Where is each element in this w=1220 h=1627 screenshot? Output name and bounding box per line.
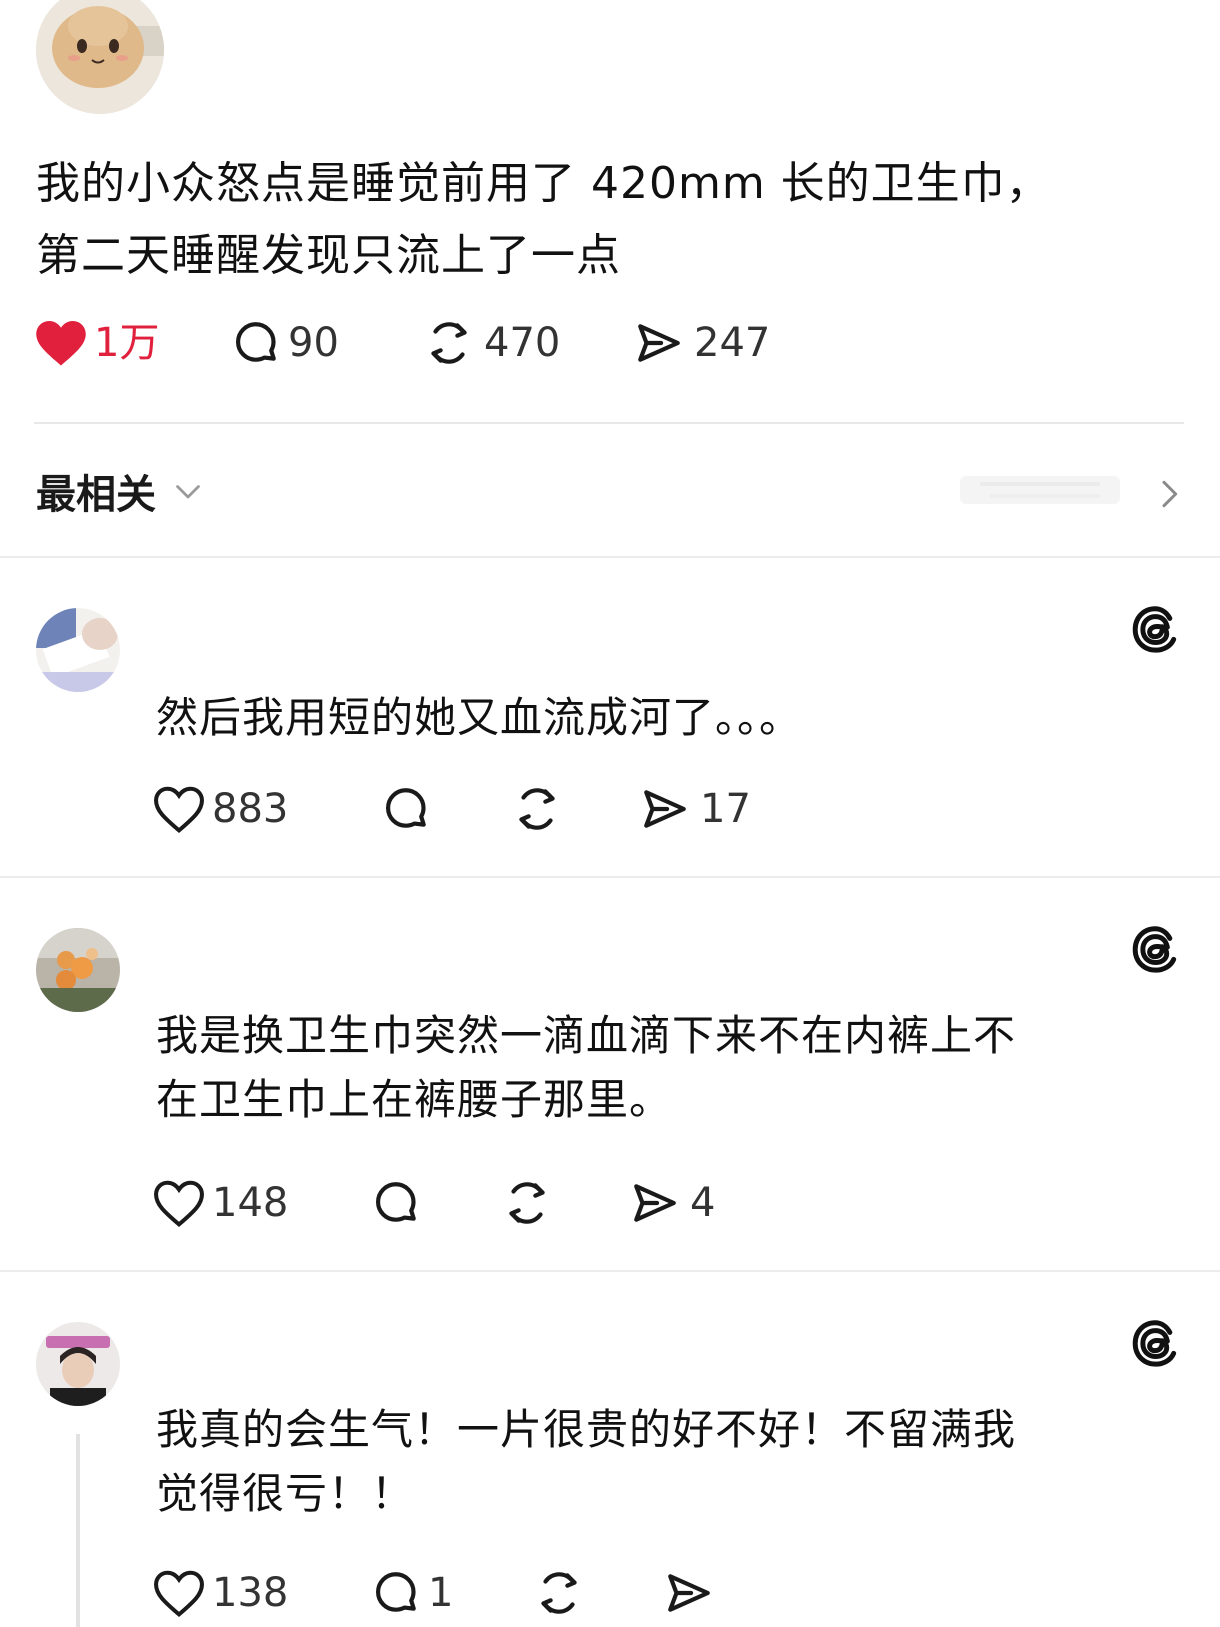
comment-bubble-icon <box>376 1572 416 1612</box>
comment-like-count: 883 <box>212 786 289 832</box>
comment-avatar[interactable] <box>36 1322 120 1406</box>
activity-avatars-blurred <box>960 476 1120 504</box>
comment-like-button[interactable]: 883 <box>152 784 288 834</box>
comment-body: 我是换卫生巾突然一滴血滴下来不在内裤上不 在卫生巾上在裤腰子那里。 <box>156 1004 1196 1132</box>
comment-body: 我真的会生气！一片很贵的好不好！不留满我 觉得很亏！！ <box>156 1398 1196 1526</box>
comment-like-count: 148 <box>212 1180 289 1226</box>
threads-logo-icon[interactable] <box>1128 1316 1182 1374</box>
comment-share-count: 4 <box>690 1180 716 1226</box>
send-icon <box>644 790 686 828</box>
post-comment-button[interactable]: 90 <box>230 318 339 368</box>
comment-repost-button[interactable] <box>508 784 572 834</box>
comment-reply-button[interactable]: 1 <box>370 1568 453 1618</box>
post-comment-count: 90 <box>288 320 339 366</box>
comment-text-line: 我是换卫生巾突然一滴血滴下来不在内裤上不 <box>156 1011 1017 1060</box>
comment-repost-button[interactable] <box>530 1568 594 1618</box>
sort-label: 最相关 <box>36 472 156 518</box>
comment-bubble-icon <box>236 322 276 362</box>
send-icon <box>668 1574 710 1612</box>
post-like-button[interactable]: 1万 <box>34 318 159 368</box>
activity-preview[interactable] <box>960 468 1138 512</box>
comment-bubble-icon <box>376 1182 416 1222</box>
send-icon <box>638 324 680 362</box>
comment-body: 然后我用短的她又血流成河了。。。 <box>156 686 1186 750</box>
comment-text-line: 在卫生巾上在裤腰子那里。 <box>156 1075 673 1124</box>
comment-share-count: 17 <box>700 786 751 832</box>
post-repost-count: 470 <box>484 320 561 366</box>
comment-share-button[interactable]: 4 <box>626 1178 715 1228</box>
comment-text-line: 我真的会生气！一片很贵的好不好！不留满我 <box>156 1405 1017 1454</box>
post-share-count: 247 <box>694 320 771 366</box>
divider <box>0 1270 1220 1272</box>
comment-share-button[interactable]: 17 <box>636 784 751 834</box>
comment-reply-button[interactable] <box>380 784 438 834</box>
threads-logo-icon[interactable] <box>1128 922 1182 980</box>
post-body: 我的小众怒点是睡觉前用了 420mm 长的卫生巾， 第二天睡醒发现只流上了一点 <box>36 148 1196 292</box>
avatar-image <box>36 928 120 1012</box>
post-text-line: 第二天睡醒发现只流上了一点 <box>36 230 621 281</box>
comment-text-line: 觉得很亏！！ <box>156 1469 415 1518</box>
comment-repost-button[interactable] <box>498 1178 562 1228</box>
chevron-right-icon[interactable] <box>1154 474 1184 518</box>
post-like-count: 1万 <box>94 320 160 366</box>
post-repost-button[interactable]: 470 <box>420 318 560 368</box>
repost-icon <box>541 1572 577 1614</box>
divider <box>34 422 1184 424</box>
heart-icon <box>154 1570 204 1618</box>
comment-reply-count: 1 <box>428 1570 454 1616</box>
comment-avatar[interactable] <box>36 928 120 1012</box>
heart-icon <box>154 786 204 834</box>
thread-line <box>76 1434 80 1627</box>
repost-icon <box>519 788 555 830</box>
avatar-image <box>36 608 120 692</box>
repost-icon <box>509 1182 545 1224</box>
chevron-down-icon <box>176 485 200 499</box>
divider <box>0 556 1220 558</box>
send-icon <box>634 1184 676 1222</box>
comment-like-count: 138 <box>212 1570 289 1616</box>
heart-filled-icon <box>36 320 86 366</box>
post-share-button[interactable]: 247 <box>630 318 770 368</box>
repost-icon <box>431 322 467 364</box>
comment-bubble-icon <box>386 788 426 828</box>
comment-reply-button[interactable] <box>370 1178 428 1228</box>
comment-avatar[interactable] <box>36 608 120 692</box>
comment-text-line: 然后我用短的她又血流成河了。。。 <box>156 693 803 742</box>
heart-icon <box>154 1180 204 1228</box>
avatar-image <box>36 0 164 114</box>
post-author-avatar[interactable] <box>36 0 164 114</box>
post-text-line: 我的小众怒点是睡觉前用了 420mm 长的卫生巾， <box>36 158 1051 209</box>
sort-dropdown[interactable]: 最相关 <box>36 462 206 520</box>
comment-like-button[interactable]: 148 <box>152 1178 288 1228</box>
divider <box>0 876 1220 878</box>
threads-logo-icon[interactable] <box>1128 602 1182 660</box>
comment-like-button[interactable]: 138 <box>152 1568 288 1618</box>
comment-share-button[interactable] <box>660 1568 724 1618</box>
avatar-image <box>36 1322 120 1406</box>
